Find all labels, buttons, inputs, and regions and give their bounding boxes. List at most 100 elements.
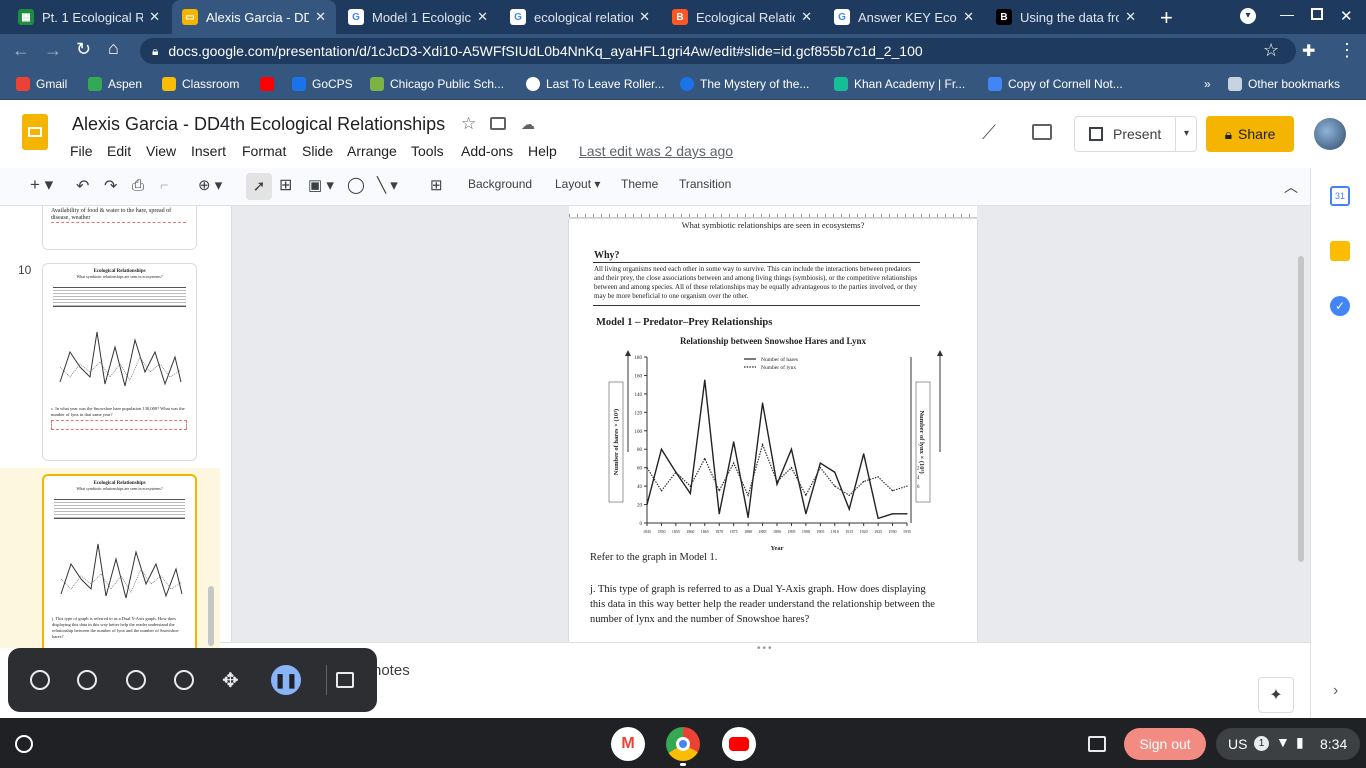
pause-icon[interactable]: ❚❚: [271, 665, 301, 695]
drag-icon[interactable]: [174, 670, 194, 690]
menu-format[interactable]: Format: [242, 143, 286, 159]
dock-position-icon[interactable]: [336, 672, 354, 688]
new-tab-button[interactable]: +: [1160, 5, 1173, 31]
close-icon[interactable]: ✕: [639, 9, 650, 25]
menu-edit[interactable]: Edit: [107, 143, 131, 159]
filmstrip-scrollbar[interactable]: [208, 586, 214, 646]
right-click-icon[interactable]: [77, 670, 97, 690]
bookmark-cps[interactable]: Chicago Public Sch...: [370, 74, 504, 94]
menu-view[interactable]: View: [146, 143, 176, 159]
youtube-app-icon[interactable]: [722, 727, 756, 761]
close-icon[interactable]: ✕: [477, 9, 488, 25]
menu-slide[interactable]: Slide: [302, 143, 333, 159]
bookmark-aspen[interactable]: Aspen: [88, 74, 142, 94]
browser-tab[interactable]: ▦ Pt. 1 Ecological Re ✕: [8, 0, 170, 34]
bookmark-gocps[interactable]: GoCPS: [292, 74, 353, 94]
bookmark-gmail[interactable]: Gmail: [16, 74, 67, 94]
shape-icon[interactable]: ◯: [347, 175, 365, 195]
back-icon[interactable]: ←: [12, 40, 30, 61]
speaker-notes-panel[interactable]: ••• notes ✦: [220, 642, 1310, 718]
menu-file[interactable]: File: [70, 143, 93, 159]
browser-tab[interactable]: B Ecological Relatio ✕: [662, 0, 822, 34]
browser-tab[interactable]: G ecological relation ✕: [500, 0, 660, 34]
tab-search-icon[interactable]: ▾: [1240, 8, 1256, 24]
explore-icon[interactable]: ✦: [1258, 677, 1294, 713]
more-bookmarks-icon[interactable]: »: [1204, 74, 1211, 94]
scroll-icon[interactable]: ✥: [222, 668, 239, 693]
resize-handle-icon[interactable]: •••: [757, 643, 774, 654]
close-icon[interactable]: ✕: [315, 9, 326, 25]
layout-button[interactable]: Layout ▾: [555, 177, 600, 191]
forward-icon[interactable]: →: [44, 40, 62, 61]
menu-addons[interactable]: Add-ons: [461, 143, 513, 159]
line-icon[interactable]: ╲ ▾: [377, 176, 398, 194]
bookmark-star-icon[interactable]: ☆: [1263, 40, 1279, 61]
bookmark-mystery[interactable]: The Mystery of the...: [680, 74, 809, 94]
transition-button[interactable]: Transition: [679, 177, 731, 191]
present-button[interactable]: Present ▾: [1074, 116, 1197, 152]
menu-arrange[interactable]: Arrange: [347, 143, 397, 159]
tasks-icon[interactable]: ✓: [1330, 296, 1350, 316]
menu-insert[interactable]: Insert: [191, 143, 226, 159]
image-icon[interactable]: ▣ ▾: [308, 176, 334, 194]
home-icon[interactable]: ⌂: [108, 38, 119, 59]
slide-thumbnail-11-selected[interactable]: Ecological Relationships What symbiotic …: [42, 474, 197, 654]
comment-add-icon[interactable]: ⊞: [430, 176, 443, 194]
minimize-icon[interactable]: —: [1280, 6, 1294, 22]
text-box-icon[interactable]: ⊞: [279, 175, 292, 195]
slide-thumbnail-10[interactable]: Ecological Relationships What symbiotic …: [42, 263, 197, 461]
menu-tools[interactable]: Tools: [411, 143, 444, 159]
address-bar[interactable]: 🔒︎ docs.google.com/presentation/d/1cJcD3…: [140, 38, 1296, 64]
close-icon[interactable]: ✕: [149, 9, 160, 25]
comments-icon[interactable]: [1032, 124, 1052, 140]
browser-tab-active[interactable]: ▭ Alexis Garcia - DD4 ✕: [172, 0, 336, 34]
launcher-icon[interactable]: [15, 735, 33, 753]
gmail-app-icon[interactable]: M: [611, 727, 645, 761]
reload-icon[interactable]: ↻: [76, 39, 91, 60]
sign-out-button[interactable]: Sign out: [1124, 728, 1206, 760]
double-click-icon[interactable]: [126, 670, 146, 690]
bookmark-classroom[interactable]: Classroom: [162, 74, 239, 94]
background-button[interactable]: Background: [468, 177, 532, 191]
menu-help[interactable]: Help: [528, 143, 557, 159]
clipboard-icon[interactable]: [1088, 736, 1106, 752]
new-slide-icon[interactable]: + ▾: [30, 175, 53, 195]
share-button[interactable]: 🔒︎ Share: [1206, 116, 1294, 152]
slide-thumbnail-9[interactable]: Availability of food & water to the hare…: [42, 206, 197, 250]
slide-filmstrip[interactable]: Availability of food & water to the hare…: [0, 206, 220, 718]
chrome-menu-icon[interactable]: ⋮: [1338, 40, 1356, 61]
maximize-icon[interactable]: [1311, 8, 1323, 20]
slide[interactable]: What symbiotic relationships are seen in…: [569, 219, 977, 642]
redo-icon[interactable]: ↷: [104, 176, 117, 196]
star-icon[interactable]: ☆: [461, 114, 476, 134]
calendar-icon[interactable]: 31: [1330, 186, 1350, 206]
theme-button[interactable]: Theme: [621, 177, 658, 191]
print-icon[interactable]: ⎙: [132, 177, 144, 194]
select-tool-icon[interactable]: ➚: [246, 173, 272, 200]
other-bookmarks[interactable]: Other bookmarks: [1228, 74, 1340, 94]
browser-tab[interactable]: B Using the data fro ✕: [986, 0, 1146, 34]
bookmark-khan[interactable]: Khan Academy | Fr...: [834, 74, 965, 94]
zoom-icon[interactable]: ⊕ ▾: [198, 176, 222, 194]
last-edit-link[interactable]: Last edit was 2 days ago: [579, 143, 733, 159]
bookmark-roller[interactable]: Last To Leave Roller...: [526, 74, 665, 94]
paint-format-icon[interactable]: ⌐: [160, 177, 169, 194]
canvas-scrollbar[interactable]: [1298, 256, 1304, 562]
present-dropdown-icon[interactable]: ▾: [1175, 117, 1197, 151]
move-folder-icon[interactable]: [490, 117, 506, 130]
slides-logo-icon[interactable]: [22, 114, 48, 150]
bookmark-cornell[interactable]: Copy of Cornell Not...: [988, 74, 1123, 94]
close-icon[interactable]: ✕: [1125, 9, 1136, 25]
avatar[interactable]: [1314, 118, 1346, 150]
document-title[interactable]: Alexis Garcia - DD4th Ecological Relatio…: [72, 114, 445, 135]
extensions-icon[interactable]: ✚: [1302, 41, 1315, 61]
cloud-status-icon[interactable]: ☁: [521, 116, 535, 133]
bookmark-youtube[interactable]: [260, 74, 280, 94]
keep-icon[interactable]: [1330, 241, 1350, 261]
window-close-icon[interactable]: ✕: [1340, 7, 1353, 25]
undo-icon[interactable]: ↶: [76, 176, 89, 196]
status-tray[interactable]: US 1 ▼ ▮ 8:34: [1216, 728, 1360, 760]
expand-panel-icon[interactable]: ›: [1333, 682, 1338, 700]
activity-dashboard-icon[interactable]: ⟋: [982, 122, 996, 145]
close-icon[interactable]: ✕: [963, 9, 974, 25]
